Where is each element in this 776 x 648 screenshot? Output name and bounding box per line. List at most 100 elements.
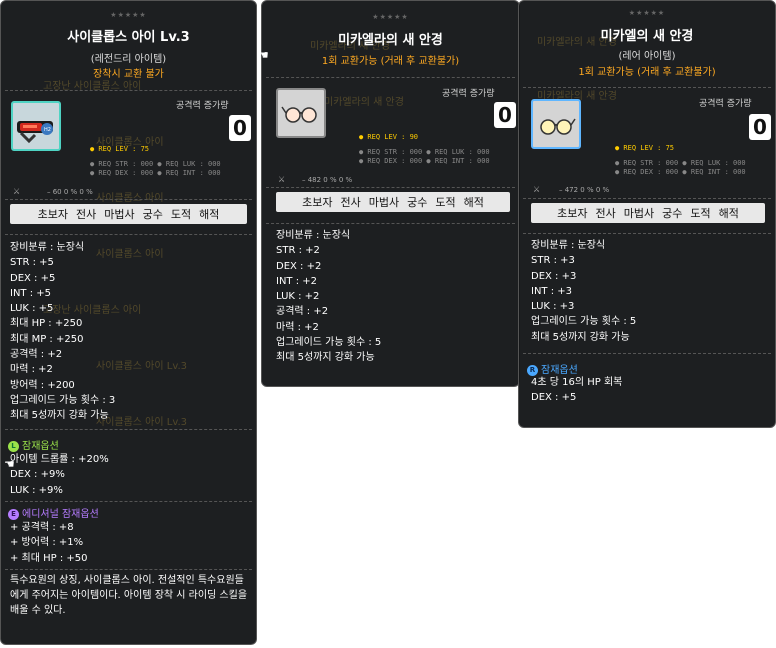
divider xyxy=(5,429,252,430)
potential-line: 아이템 드롭률 : +20% xyxy=(10,454,109,465)
background-ghost-text: 미카엘라의 새 안경 xyxy=(324,97,404,108)
item-title: 미카엘라의 새 안경 xyxy=(338,33,443,48)
job-warrior: 전사 xyxy=(340,196,361,209)
legendary-badge-icon: L xyxy=(8,440,19,452)
attack-increase-label: 공격력 증가량 xyxy=(442,89,495,99)
job-archer: 궁수 xyxy=(662,207,683,220)
hand-cursor-icon: ☚ xyxy=(4,457,15,471)
job-archer: 궁수 xyxy=(407,196,428,209)
stat-line: 최대 HP : +250 xyxy=(10,318,83,330)
additional-potential-title: 에디셔널 잠재옵션 xyxy=(22,509,99,520)
glasses-icon xyxy=(533,118,579,151)
attack-increase-value: 0 xyxy=(749,114,771,140)
item-icon-frame xyxy=(531,99,581,149)
item-small-stats: – 482 0 % 0 % xyxy=(302,176,353,184)
divider xyxy=(266,77,515,78)
stat-line: INT : +3 xyxy=(531,285,573,297)
item-stats: 장비분류 : 눈장식 STR : +2 DEX : +2 INT : +2 LU… xyxy=(276,228,381,366)
stat-line: 장비분류 : 눈장식 xyxy=(10,242,85,253)
attack-increase-value: 0 xyxy=(494,102,516,128)
req-stats-row2: ● REQ DEX : 000 ● REQ INT : 000 xyxy=(90,169,221,177)
divider xyxy=(523,233,771,234)
req-level: ● REQ LEV : 90 xyxy=(359,133,419,141)
stat-line: 업그레이드 가능 횟수 : 3 xyxy=(10,394,116,406)
job-pirate: 해적 xyxy=(463,196,484,209)
job-thief: 도적 xyxy=(690,207,711,220)
job-magician: 마법사 xyxy=(623,207,655,220)
additional-potential-options: + 공격력 : +8 + 방어력 : +1% + 최대 HP : +50 xyxy=(10,520,88,566)
req-level: ● REQ LEV : 75 xyxy=(90,145,150,153)
job-pirate: 해적 xyxy=(718,207,739,220)
potential-options: 4초 당 16의 HP 회복 DEX : +5 xyxy=(531,375,622,406)
stat-line: 마력 : +2 xyxy=(10,364,53,376)
divider xyxy=(523,353,771,354)
divider xyxy=(523,87,771,88)
trade-status: 장착시 교환 불가 xyxy=(93,69,164,80)
job-bar: 초보자 전사 마법사 궁수 도적 해적 xyxy=(10,204,247,224)
stat-line: 업그레이드 가능 횟수 : 5 xyxy=(531,316,637,328)
item-stats: 장비분류 : 눈장식 STR : +3 DEX : +3 INT : +3 LU… xyxy=(531,238,636,345)
tooltip-michael-glasses: 미카엘라의 새 안경 미카엘라의 새 안경 ★★★★★ 미카엘의 새 안경 (레… xyxy=(518,0,776,428)
item-grade: (레어 아이템) xyxy=(618,51,676,62)
req-stats-row1: ● REQ STR : 000 ● REQ LUK : 000 xyxy=(359,148,490,156)
stat-line: 공격력 : +2 xyxy=(276,306,329,318)
job-magician: 마법사 xyxy=(104,208,135,221)
potential-title: 잠재옵션 xyxy=(22,441,59,452)
svg-text:H2: H2 xyxy=(44,127,51,133)
stat-line: INT : +2 xyxy=(276,275,318,287)
req-stats-row2: ● REQ DEX : 000 ● REQ INT : 000 xyxy=(615,168,746,176)
stat-line: STR : +5 xyxy=(10,257,54,269)
additional-line: + 방어력 : +1% xyxy=(10,537,84,549)
item-description: 특수요원의 상징, 사이클롭스 아이. 전설적인 특수요원들에게 주어지는 아이… xyxy=(10,575,248,616)
job-thief: 도적 xyxy=(435,196,456,209)
job-bar: 초보자 전사 마법사 궁수 도적 해적 xyxy=(531,203,765,223)
item-small-stats: – 60 0 % 0 % xyxy=(47,188,93,196)
stat-line: DEX : +2 xyxy=(276,260,322,272)
divider xyxy=(266,223,515,224)
req-stats-row1: ● REQ STR : 000 ● REQ LUK : 000 xyxy=(615,159,746,167)
potential-header: L 잠재옵션 xyxy=(8,437,59,452)
additional-potential-header: E 에디셔널 잠재옵션 xyxy=(8,505,99,520)
background-ghost-text: 사이클롭스 아이 xyxy=(96,193,164,204)
stat-line: LUK : +5 xyxy=(10,303,54,315)
rare-badge-icon: R xyxy=(527,364,538,376)
stat-line: DEX : +3 xyxy=(531,270,577,282)
job-archer: 궁수 xyxy=(142,208,163,221)
potential-line: DEX : +9% xyxy=(10,469,65,481)
trade-status: 1회 교환가능 (거래 후 교환불가) xyxy=(578,67,716,78)
tooltip-michaela-glasses: 미카엘라의 새 안경 미카엘라의 새 안경 ★★★★★ 미카엘라의 새 안경 1… xyxy=(261,0,520,387)
stat-line: INT : +5 xyxy=(10,287,52,299)
divider xyxy=(5,569,252,570)
glasses-icon xyxy=(278,106,324,140)
req-stats-row2: ● REQ DEX : 000 ● REQ INT : 000 xyxy=(359,157,490,165)
stat-line: DEX : +5 xyxy=(10,272,56,284)
potential-line: 4초 당 16의 HP 회복 xyxy=(531,377,623,388)
potential-header: R 잠재옵션 xyxy=(527,361,578,376)
star-rating: ★★★★★ xyxy=(110,11,147,19)
stat-line: 최대 5성까지 강화 가능 xyxy=(531,331,630,343)
job-magician: 마법사 xyxy=(368,196,400,209)
divider xyxy=(5,501,252,502)
divider xyxy=(5,234,252,235)
item-grade: (레전드리 아이템) xyxy=(90,54,167,65)
stat-line: 최대 5성까지 강화 가능 xyxy=(276,352,375,364)
job-beginner: 초보자 xyxy=(557,207,588,220)
potential-line: DEX : +5 xyxy=(531,392,577,404)
job-warrior: 전사 xyxy=(595,207,616,220)
tooltip-cyclops-eye: 고장난 사이클롭스 아이 사이클롭스 아이 사이클롭스 아이 사이클롭스 아이 … xyxy=(0,0,257,645)
epic-badge-icon: E xyxy=(8,508,19,520)
additional-line: + 공격력 : +8 xyxy=(10,522,74,533)
attack-increase-label: 공격력 증가량 xyxy=(699,99,752,109)
item-small-stats: – 472 0 % 0 % xyxy=(559,186,610,194)
potential-options: 아이템 드롭률 : +20% DEX : +9% LUK : +9% xyxy=(10,452,109,498)
job-beginner: 초보자 xyxy=(37,208,68,221)
item-icon-frame: H2 xyxy=(11,101,61,151)
job-thief: 도적 xyxy=(170,208,192,221)
item-title: 미카엘의 새 안경 xyxy=(600,29,694,44)
job-warrior: 전사 xyxy=(76,208,97,221)
sword-icon: ⚔ xyxy=(13,187,21,196)
trade-status: 1회 교환가능 (거래 후 교환불가) xyxy=(321,56,460,67)
potential-line: LUK : +9% xyxy=(10,484,63,496)
star-rating: ★★★★★ xyxy=(372,13,409,21)
stat-line: 장비분류 : 눈장식 xyxy=(531,240,606,251)
